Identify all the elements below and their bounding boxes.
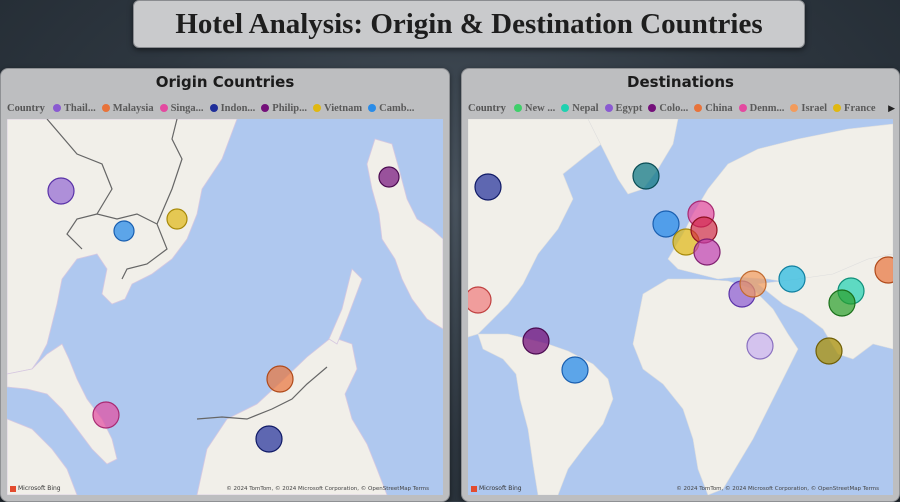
land-greenland [587, 119, 679, 195]
legend-item-egypt[interactable]: Egypt [604, 102, 643, 114]
legend-item-denmark[interactable]: Denm... [738, 102, 785, 114]
legend-item-label: Malaysia [112, 102, 154, 114]
legend-dot-icon [790, 104, 799, 112]
land-palawan [328, 268, 363, 345]
bubble-israel[interactable] [739, 270, 767, 298]
dashboard-title: Hotel Analysis: Origin & Destination Cou… [133, 0, 805, 48]
legend-item-label: France [844, 102, 876, 114]
land-sumatra [7, 418, 78, 495]
land-indochina [7, 119, 238, 375]
microsoft-icon [471, 485, 477, 492]
bubble-brazil[interactable] [561, 356, 589, 384]
legend-dot-icon [833, 104, 842, 112]
legend-dot-icon [52, 104, 61, 112]
origin-legend: Country Thail... Malaysia Singa... Indon… [7, 100, 445, 116]
legend-dot-icon [368, 104, 377, 112]
bing-logo: Microsoft Bing [471, 485, 522, 492]
bubble-malaysia[interactable] [266, 365, 294, 393]
bing-label: Microsoft Bing [479, 485, 522, 492]
land-philippines [366, 138, 443, 330]
bubble-canada[interactable] [474, 173, 502, 201]
legend-dot-icon [159, 104, 168, 112]
legend-item-france[interactable]: France [833, 103, 876, 114]
destinations-map-canvas [468, 119, 893, 495]
origin-map-canvas [7, 119, 443, 495]
bing-label: Microsoft Bing [18, 485, 61, 492]
land-borneo [196, 336, 388, 495]
microsoft-icon [10, 485, 16, 492]
legend-item-label: China [705, 102, 733, 114]
bubble-vietnam[interactable] [166, 208, 188, 230]
bubble-thailand[interactable] [47, 177, 75, 205]
bing-logo: Microsoft Bing [10, 485, 61, 492]
legend-item-label: Singa... [170, 102, 204, 114]
legend-item-israel[interactable]: Israel [790, 103, 827, 114]
map-attribution[interactable]: © 2024 TomTom, © 2024 Microsoft Corporat… [676, 486, 879, 492]
bubble-kazakhstan[interactable] [778, 265, 806, 293]
bubble-singapore[interactable] [92, 401, 120, 429]
legend-item-cambodia[interactable]: Camb... [368, 103, 414, 114]
bubble-sri-lanka[interactable] [815, 337, 843, 365]
destinations-panel-title: Destinations [627, 73, 734, 91]
bubble-italy[interactable] [693, 238, 721, 266]
map-attribution[interactable]: © 2024 TomTom, © 2024 Microsoft Corporat… [226, 486, 429, 492]
legend-item-label: Colo... [659, 102, 689, 114]
bubble-colombia[interactable] [522, 327, 550, 355]
legend-dot-icon [101, 104, 110, 112]
destinations-legend: Country New ... Nepal Egypt Colo... Chin… [468, 100, 895, 116]
legend-item-nepal[interactable]: Nepal [561, 102, 599, 114]
legend-item-label: Denm... [749, 102, 785, 114]
bubble-iceland[interactable] [632, 162, 660, 190]
legend-item-indonesia[interactable]: Indon... [209, 102, 256, 114]
legend-dot-icon [561, 104, 570, 112]
legend-item-new-zealand[interactable]: New ... [513, 102, 556, 114]
bubble-cambodia[interactable] [113, 220, 135, 242]
legend-item-label: Israel [801, 102, 828, 114]
legend-dot-icon [261, 104, 270, 112]
bubble-united-kingdom[interactable] [652, 210, 680, 238]
legend-item-label: Thail... [63, 102, 96, 114]
bubble-india[interactable] [828, 289, 856, 317]
legend-item-label: New ... [524, 102, 556, 114]
legend-dot-icon [648, 104, 657, 112]
legend-dot-icon [604, 104, 613, 112]
legend-dot-icon [738, 104, 747, 112]
origin-countries-panel: Origin Countries Country Thail... Malays… [0, 68, 450, 502]
destinations-panel: Destinations Country New ... Nepal Egypt… [461, 68, 900, 502]
destinations-map[interactable]: Microsoft Bing © 2024 TomTom, © 2024 Mic… [468, 119, 893, 495]
legend-item-china[interactable]: China [694, 102, 733, 114]
legend-item-colombia[interactable]: Colo... [648, 103, 688, 114]
legend-dot-icon [313, 104, 322, 112]
bubble-indonesia[interactable] [255, 425, 283, 453]
legend-item-thailand[interactable]: Thail... [52, 102, 96, 114]
legend-dot-icon [513, 104, 522, 112]
legend-item-label: Nepal [572, 102, 599, 114]
origin-legend-label: Country [7, 102, 45, 114]
legend-item-singapore[interactable]: Singa... [159, 102, 204, 114]
legend-dot-icon [694, 104, 703, 112]
bubble-philippines[interactable] [378, 166, 400, 188]
legend-item-malaysia[interactable]: Malaysia [101, 102, 154, 114]
dest-legend-label: Country [468, 102, 506, 114]
legend-item-label: Philip... [272, 102, 308, 114]
legend-item-vietnam[interactable]: Vietnam [313, 103, 362, 114]
origin-map[interactable]: Microsoft Bing © 2024 TomTom, © 2024 Mic… [7, 119, 443, 495]
legend-item-label: Camb... [379, 102, 415, 114]
bubble-mexico[interactable] [468, 286, 492, 314]
legend-dot-icon [209, 104, 218, 112]
legend-item-label: Egypt [615, 102, 643, 114]
legend-item-philippines[interactable]: Philip... [261, 103, 307, 114]
land-africa [632, 278, 799, 495]
land-south-america [477, 333, 614, 495]
origin-panel-title: Origin Countries [155, 73, 295, 91]
legend-item-label: Indon... [220, 102, 256, 114]
legend-item-label: Vietnam [324, 102, 363, 114]
bubble-kenya[interactable] [746, 332, 774, 360]
legend-next-arrow-icon[interactable]: ▶ [888, 103, 895, 114]
